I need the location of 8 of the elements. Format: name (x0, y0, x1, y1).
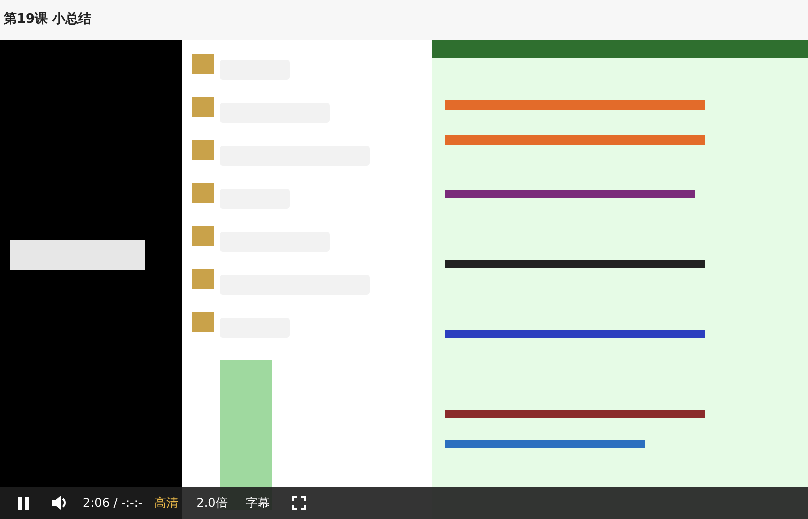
fullscreen-button[interactable] (292, 496, 306, 510)
lesson-title: 第19课 小总结 (4, 11, 92, 30)
time-display: 2:06 / -:-:- (83, 495, 143, 512)
pause-button[interactable] (18, 495, 29, 511)
speed-button[interactable]: 2.0倍 (196, 494, 228, 512)
volume-button[interactable] (51, 495, 69, 511)
subtitles-button[interactable]: 字幕 (246, 494, 270, 512)
quality-button[interactable]: 高清 (154, 494, 179, 512)
